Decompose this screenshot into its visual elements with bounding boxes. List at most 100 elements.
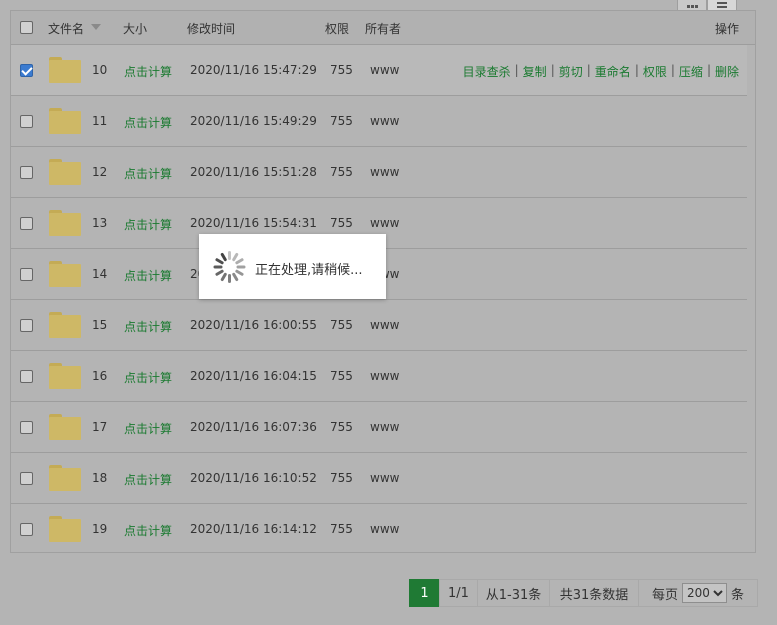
table-row[interactable]: 12 点击计算 2020/11/16 15:51:28 755 www [11, 147, 747, 198]
folder-icon[interactable] [49, 57, 81, 83]
folder-icon[interactable] [49, 414, 81, 440]
row-checkbox[interactable] [20, 370, 33, 383]
folder-icon[interactable] [49, 261, 81, 287]
row-checkbox[interactable] [20, 166, 33, 179]
permission-value[interactable]: 755 [330, 216, 353, 230]
scan-dir-action[interactable]: 目录查杀 [463, 63, 511, 80]
table-header: 文件名 大小 修改时间 权限 所有者 操作 [11, 11, 755, 45]
permission-action[interactable]: 权限 [643, 63, 667, 80]
owner-value[interactable]: www [370, 114, 399, 128]
owner-value[interactable]: www [370, 420, 399, 434]
owner-value[interactable]: www [370, 63, 399, 77]
modified-time: 2020/11/16 16:04:15 [190, 369, 317, 383]
owner-value[interactable]: www [370, 216, 399, 230]
modified-time: 2020/11/16 15:49:29 [190, 114, 317, 128]
row-checkbox[interactable] [20, 319, 33, 332]
owner-value[interactable]: www [370, 522, 399, 536]
column-header-size[interactable]: 大小 [123, 20, 147, 37]
grid-icon [686, 5, 698, 8]
copy-action[interactable]: 复制 [523, 63, 547, 80]
folder-icon[interactable] [49, 465, 81, 491]
table-row[interactable]: 11 点击计算 2020/11/16 15:49:29 755 www [11, 96, 747, 147]
column-header-actions: 操作 [714, 22, 739, 36]
row-checkbox[interactable] [20, 523, 33, 536]
file-name[interactable]: 19 [92, 522, 107, 536]
calculate-size-link[interactable]: 点击计算 [124, 165, 172, 182]
calculate-size-link[interactable]: 点击计算 [124, 369, 172, 386]
rename-action[interactable]: 重命名 [595, 63, 631, 80]
row-checkbox[interactable] [20, 421, 33, 434]
file-name[interactable]: 13 [92, 216, 107, 230]
permission-value[interactable]: 755 [330, 165, 353, 179]
owner-value[interactable]: www [370, 471, 399, 485]
compress-action[interactable]: 压缩 [679, 63, 703, 80]
select-all-checkbox[interactable] [20, 21, 33, 34]
permission-value[interactable]: 755 [330, 369, 353, 383]
calculate-size-link[interactable]: 点击计算 [124, 114, 172, 131]
sort-caret-icon[interactable] [91, 24, 101, 30]
calculate-size-link[interactable]: 点击计算 [124, 420, 172, 437]
file-name[interactable]: 16 [92, 369, 107, 383]
modified-time: 2020/11/16 16:07:36 [190, 420, 317, 434]
calculate-size-link[interactable]: 点击计算 [124, 267, 172, 284]
record-range: 从1-31条 [477, 579, 549, 607]
owner-value[interactable]: www [370, 369, 399, 383]
calculate-size-link[interactable]: 点击计算 [124, 318, 172, 335]
owner-value[interactable]: www [370, 165, 399, 179]
permission-value[interactable]: 755 [330, 63, 353, 77]
loading-text: 正在处理,请稍候... [255, 263, 363, 278]
action-separator: | [586, 63, 591, 77]
folder-icon[interactable] [49, 159, 81, 185]
folder-icon[interactable] [49, 516, 81, 542]
file-name[interactable]: 10 [92, 63, 107, 77]
calculate-size-link[interactable]: 点击计算 [124, 63, 172, 80]
modified-time: 2020/11/16 16:00:55 [190, 318, 317, 332]
per-page-select[interactable]: 200 [682, 583, 727, 603]
calculate-size-link[interactable]: 点击计算 [124, 471, 172, 488]
row-checkbox[interactable] [20, 472, 33, 485]
row-checkbox[interactable] [20, 115, 33, 128]
table-row[interactable]: 19 点击计算 2020/11/16 16:14:12 755 www [11, 504, 747, 552]
file-name[interactable]: 15 [92, 318, 107, 332]
calculate-size-link[interactable]: 点击计算 [124, 522, 172, 539]
folder-icon[interactable] [49, 108, 81, 134]
permission-value[interactable]: 755 [330, 114, 353, 128]
file-name[interactable]: 12 [92, 165, 107, 179]
row-checkbox[interactable] [20, 64, 33, 77]
page-button-current[interactable]: 1 [409, 579, 439, 607]
per-page-label: 每页 [651, 587, 678, 603]
table-row[interactable]: 18 点击计算 2020/11/16 16:10:52 755 www [11, 453, 747, 504]
modified-time: 2020/11/16 15:54:31 [190, 216, 317, 230]
permission-value[interactable]: 755 [330, 420, 353, 434]
cut-action[interactable]: 剪切 [559, 63, 583, 80]
owner-value[interactable]: www [370, 318, 399, 332]
table-row[interactable]: 16 点击计算 2020/11/16 16:04:15 755 www [11, 351, 747, 402]
per-page-control: 每页 200 条 [638, 579, 758, 607]
calculate-size-link[interactable]: 点击计算 [124, 216, 172, 233]
delete-action[interactable]: 删除 [715, 63, 739, 80]
folder-icon[interactable] [49, 312, 81, 338]
row-checkbox[interactable] [20, 217, 33, 230]
column-header-owner[interactable]: 所有者 [365, 20, 401, 37]
file-name[interactable]: 11 [92, 114, 107, 128]
column-header-mtime[interactable]: 修改时间 [187, 20, 235, 37]
file-name[interactable]: 18 [92, 471, 107, 485]
file-name[interactable]: 17 [92, 420, 107, 434]
folder-icon[interactable] [49, 210, 81, 236]
folder-icon[interactable] [49, 363, 81, 389]
action-separator: | [514, 63, 519, 77]
permission-value[interactable]: 755 [330, 522, 353, 536]
row-checkbox[interactable] [20, 268, 33, 281]
action-separator: | [634, 63, 639, 77]
column-header-permission[interactable]: 权限 [325, 20, 349, 37]
permission-value[interactable]: 755 [330, 471, 353, 485]
loading-spinner-icon [213, 251, 246, 283]
column-header-name[interactable]: 文件名 [48, 20, 84, 37]
modified-time: 2020/11/16 15:51:28 [190, 165, 317, 179]
permission-value[interactable]: 755 [330, 318, 353, 332]
file-name[interactable]: 14 [92, 267, 107, 281]
table-row[interactable]: 15 点击计算 2020/11/16 16:00:55 755 www [11, 300, 747, 351]
table-row[interactable]: 10 点击计算 2020/11/16 15:47:29 755 www 目录查杀 | 复制 | 剪… [11, 45, 747, 96]
table-row[interactable]: 17 点击计算 2020/11/16 16:07:36 755 www [11, 402, 747, 453]
pagination: 1 1/1 从1-31条 共31条数据 每页 200 条 [409, 579, 758, 607]
